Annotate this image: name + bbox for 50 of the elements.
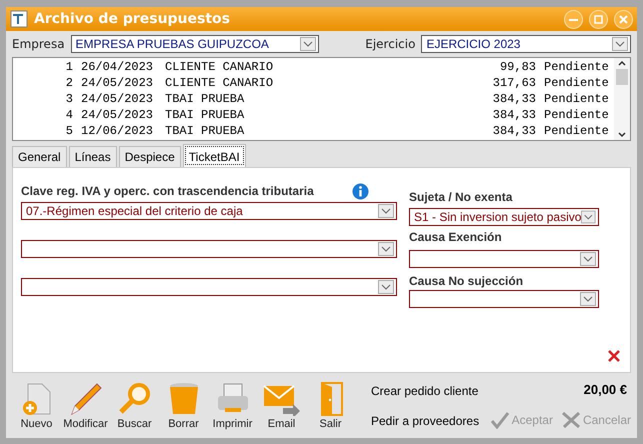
dropdown[interactable]: EMPRESA PRUEBAS GUIPUZCOA xyxy=(70,35,320,53)
list-row[interactable]: 3 24/05/2023 TBAI PRUEBA 384,33 Pendiente xyxy=(13,91,614,107)
scroll-up-icon xyxy=(617,58,627,68)
dropdown[interactable] xyxy=(409,290,599,308)
dropdown[interactable] xyxy=(409,250,599,268)
maximize-icon xyxy=(594,14,603,24)
maximize-button[interactable] xyxy=(589,10,608,28)
toolbar-button[interactable]: Salir xyxy=(306,382,355,430)
dropdown[interactable] xyxy=(21,278,397,296)
list-row[interactable]: 4 24/05/2023 TBAI PRUEBA 384,33 Pendiente xyxy=(13,107,614,123)
delete-icon[interactable] xyxy=(608,350,620,362)
cross-icon xyxy=(560,411,581,429)
tab[interactable]: Líneas xyxy=(68,146,117,167)
window-title: Archivo de presupuestos xyxy=(34,11,231,27)
field-label: Causa No sujección xyxy=(409,273,524,290)
field-label: Clave reg. IVA y operc. con trascendencia tributaria xyxy=(21,184,314,198)
minimize-button[interactable] xyxy=(564,10,583,28)
action-link[interactable]: Crear pedido cliente xyxy=(371,384,480,398)
total-amount: 20,00 € xyxy=(584,382,628,397)
dropdown[interactable]: S1 - Sin inversion sujeto pasivo xyxy=(409,208,599,226)
dropdown[interactable]: EJERCICIO 2023 xyxy=(421,35,631,53)
toolbar-button[interactable]: Modificar xyxy=(61,382,110,430)
toolbar-button[interactable]: Borrar xyxy=(159,382,208,430)
dropdown[interactable]: 07.-Régimen especial del criterio de caja xyxy=(21,202,397,220)
scroll-thumb[interactable] xyxy=(616,69,628,85)
close-icon xyxy=(619,14,628,24)
list-row[interactable]: 5 12/06/2023 TBAI PRUEBA 384,33 Pendiente xyxy=(13,123,614,139)
toolbar-button[interactable]: Imprimir xyxy=(208,382,257,430)
field-label: Sujeta / No exenta xyxy=(409,189,514,206)
checkmark-icon xyxy=(490,411,510,429)
field-label: Ejercicio xyxy=(365,37,416,51)
action-link[interactable]: Pedir a proveedores xyxy=(371,414,480,428)
toolbar-button[interactable]: Email xyxy=(257,382,306,430)
app-icon xyxy=(10,10,28,28)
search-icon xyxy=(118,382,152,416)
info-icon[interactable] xyxy=(352,182,369,200)
scrollbar[interactable] xyxy=(614,58,630,140)
pen-icon xyxy=(68,382,102,416)
scroll-down-icon xyxy=(617,130,627,140)
dropdown[interactable] xyxy=(21,240,397,258)
tab[interactable]: Despiece xyxy=(118,146,181,167)
toolbar-button[interactable]: Nuevo xyxy=(12,382,61,430)
tab[interactable]: General xyxy=(12,146,67,167)
toolbar-button[interactable]: Buscar xyxy=(110,382,159,430)
list-row[interactable]: 2 24/05/2023 CLIENTE CANARIO 317,63 Pendiente xyxy=(13,75,614,91)
field-label: Causa Exención xyxy=(409,229,503,246)
tab[interactable]: TicketBAI xyxy=(182,144,246,167)
close-button[interactable] xyxy=(614,10,633,28)
list-row[interactable]: 1 26/04/2023 CLIENTE CANARIO 99,83 Pendiente xyxy=(13,59,614,75)
field-label: Empresa xyxy=(12,37,65,51)
